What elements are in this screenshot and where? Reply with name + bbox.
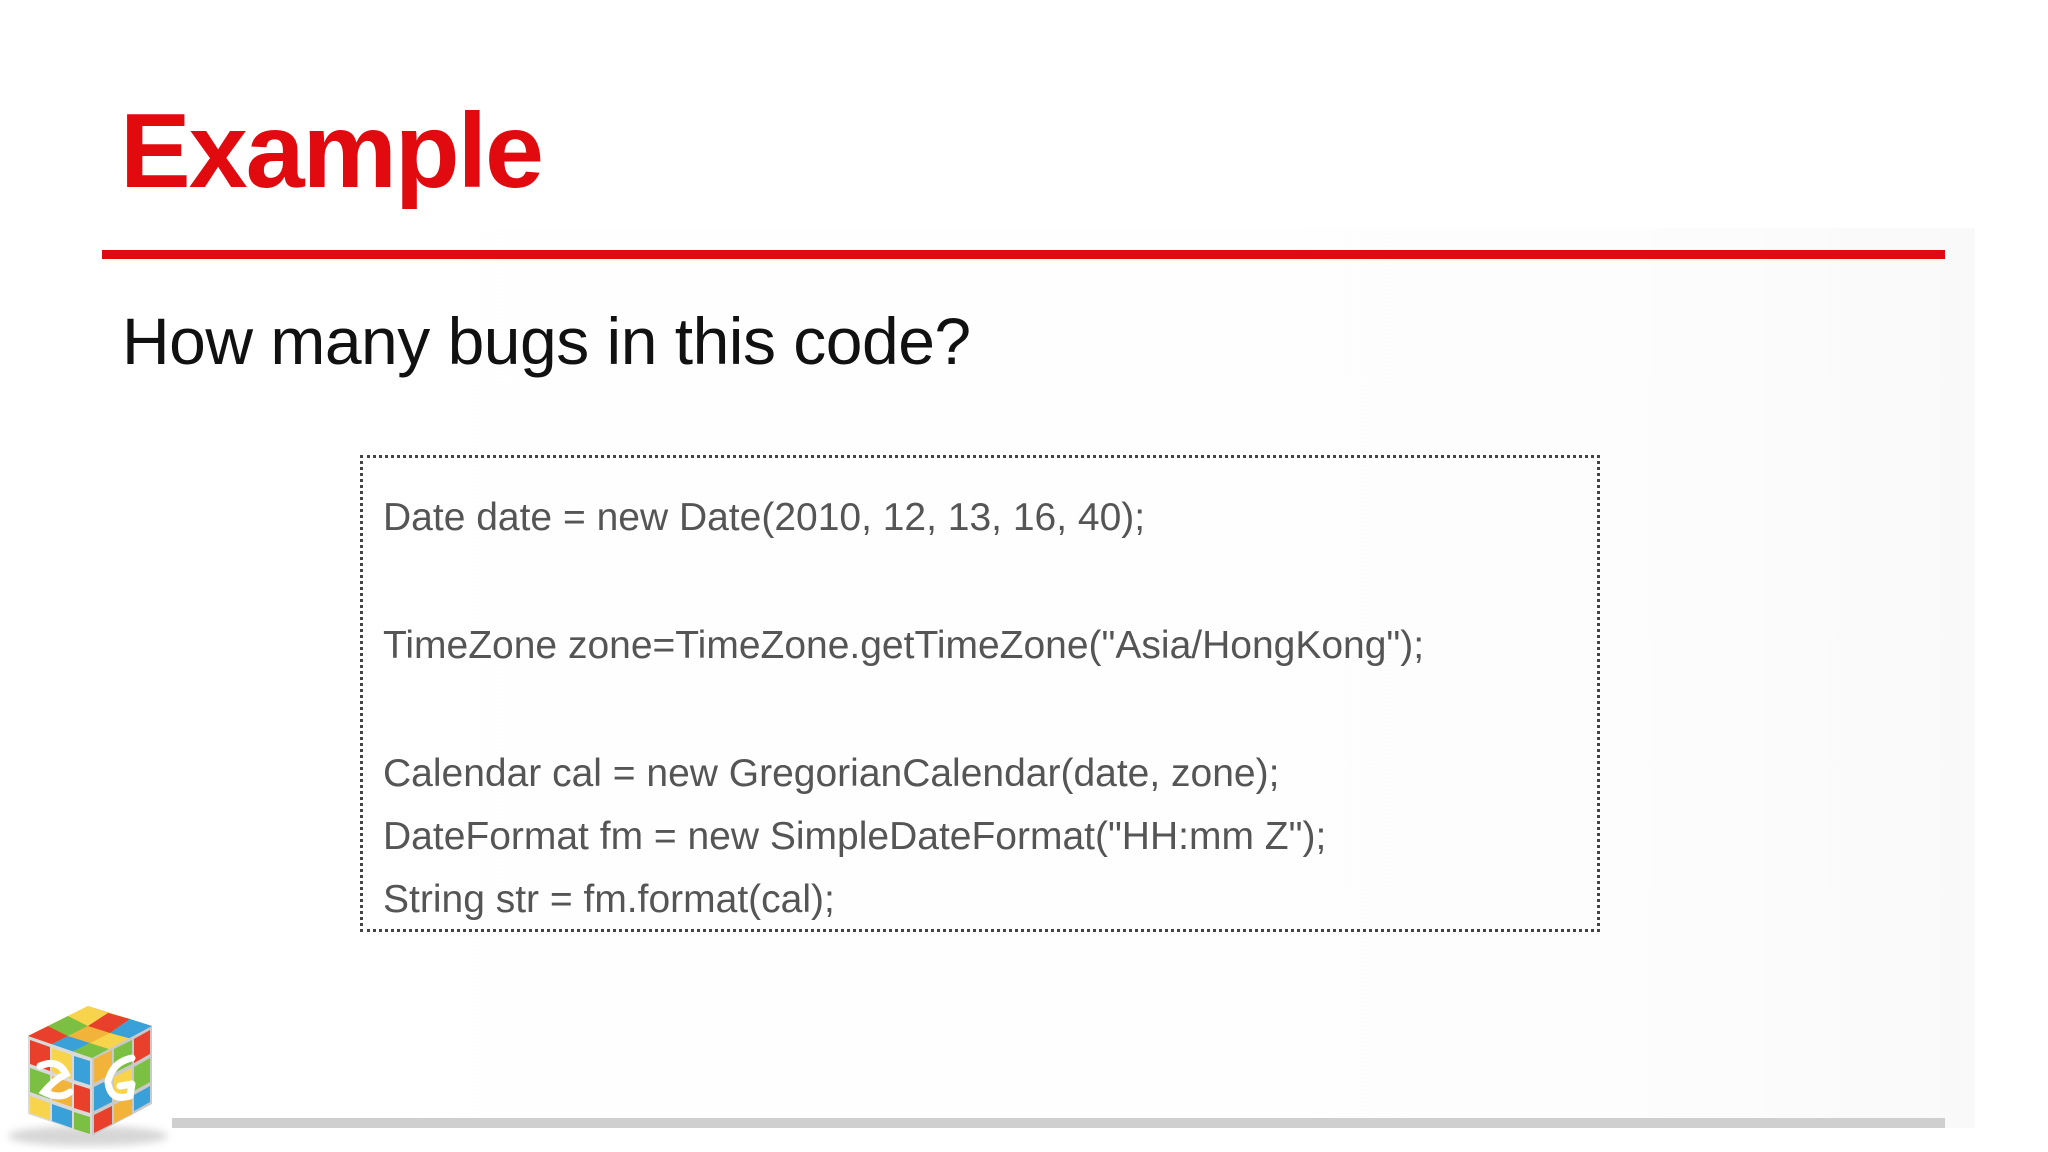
code-line: Calendar cal = new GregorianCalendar(dat… (383, 752, 1280, 795)
slide-question: How many bugs in this code? (122, 304, 971, 378)
slide-title: Example (120, 92, 544, 210)
code-line: TimeZone zone=TimeZone.getTimeZone("Asia… (383, 624, 1425, 667)
code-line: String str = fm.format(cal); (383, 878, 835, 921)
code-box: Date date = new Date(2010, 12, 13, 16, 4… (360, 455, 1600, 932)
rubiks-cube-logo-icon (8, 1006, 168, 1146)
title-underline (102, 250, 1945, 259)
slide: Example How many bugs in this code? Date… (0, 0, 2048, 1152)
footer-rule (172, 1118, 1945, 1128)
code-line: DateFormat fm = new SimpleDateFormat("HH… (383, 815, 1327, 858)
code-line: Date date = new Date(2010, 12, 13, 16, 4… (383, 496, 1146, 539)
